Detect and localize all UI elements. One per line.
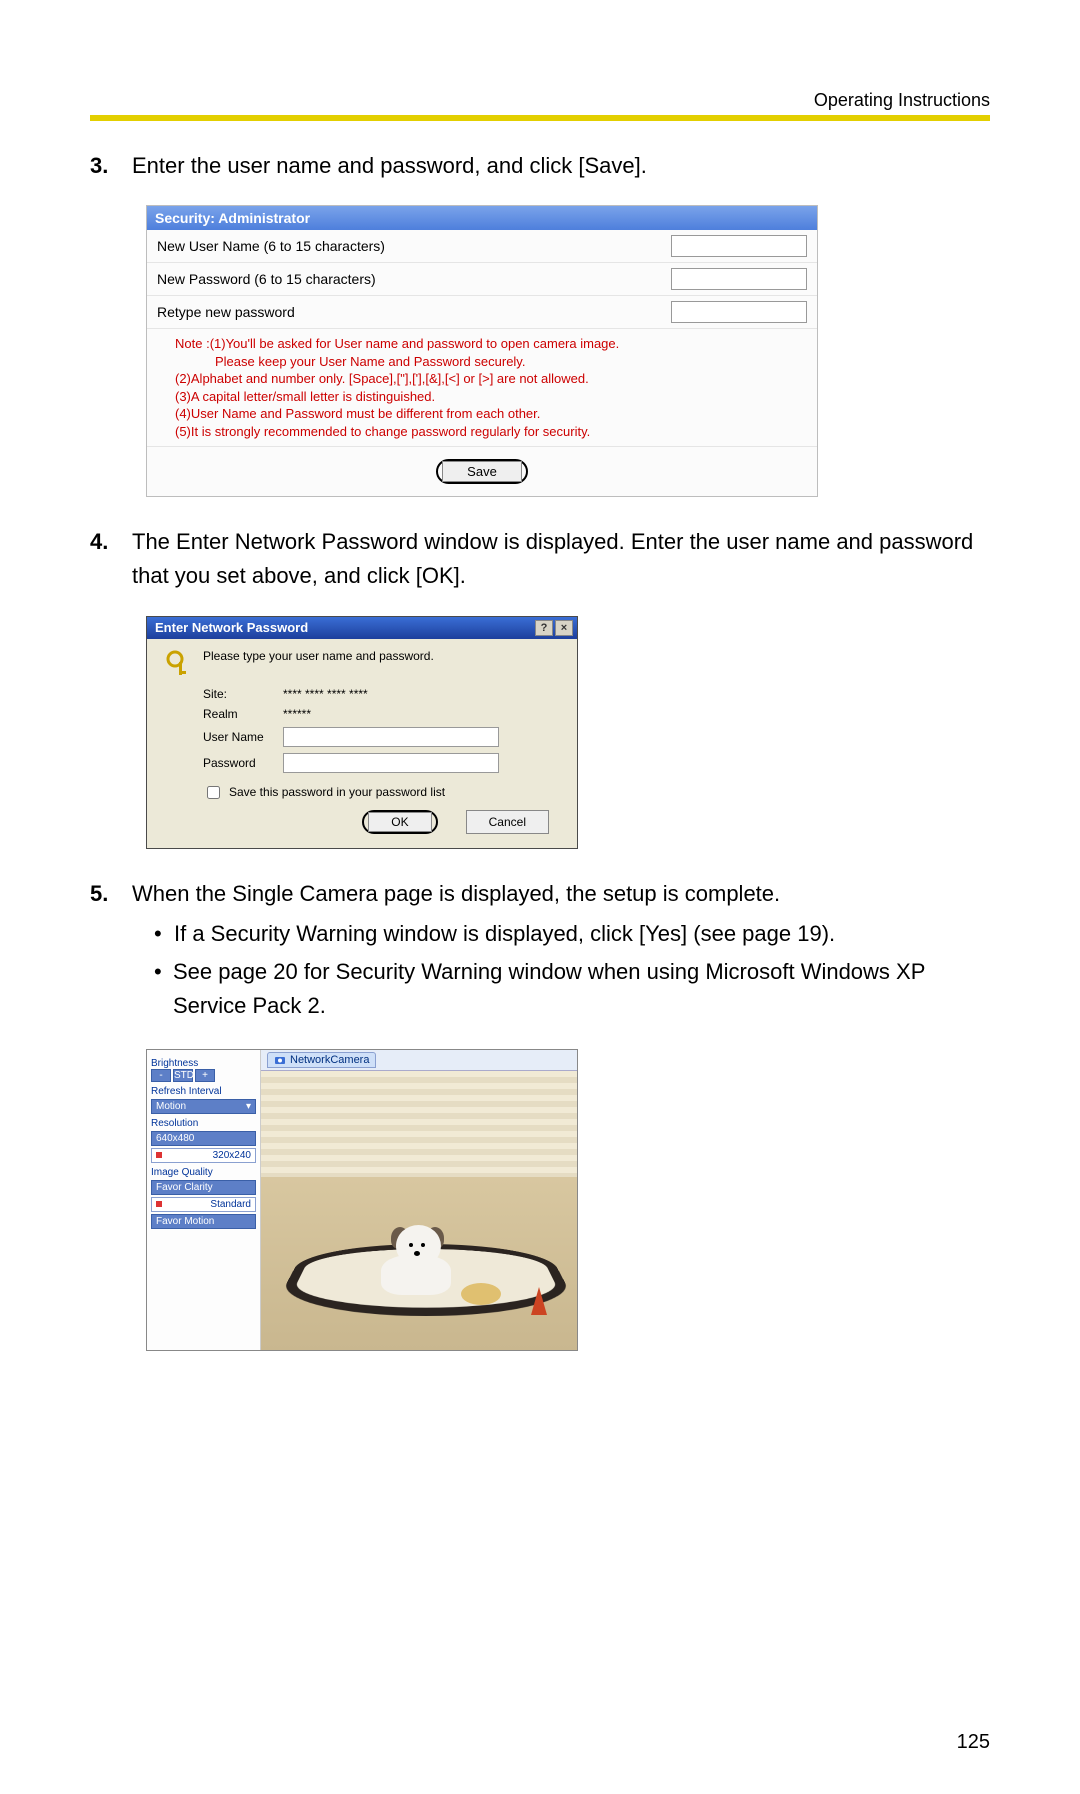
divider-bar (90, 115, 990, 121)
bullet-icon: • (154, 917, 164, 951)
step-4-text: The Enter Network Password window is dis… (132, 525, 990, 593)
help-icon[interactable]: ? (535, 620, 553, 636)
new-password-label: New Password (6 to 15 characters) (157, 271, 671, 287)
step-5-bullet-2: See page 20 for Security Warning window … (173, 955, 990, 1023)
enter-network-password-dialog: Enter Network Password ? × Please type y… (146, 616, 578, 849)
step-3-text: Enter the user name and password, and cl… (132, 149, 990, 183)
camera-sidebar: Brightness -STD+ Refresh Interval Motion… (147, 1050, 261, 1350)
site-value: **** **** **** **** (283, 687, 368, 701)
password-label: Password (203, 756, 273, 770)
quality-standard[interactable]: Standard (151, 1197, 256, 1212)
dialog-prompt: Please type your user name and password. (203, 649, 434, 663)
step-3: 3. Enter the user name and password, and… (90, 149, 990, 183)
close-icon[interactable]: × (555, 620, 573, 636)
step-5-text: When the Single Camera page is displayed… (132, 877, 990, 911)
ok-highlight-circle: OK (362, 810, 437, 834)
key-icon (165, 649, 193, 677)
dog-illustration (371, 1225, 461, 1295)
dialog-title: Enter Network Password (155, 620, 308, 635)
step-3-number: 3. (90, 149, 118, 183)
retype-password-label: Retype new password (157, 304, 671, 320)
new-username-label: New User Name (6 to 15 characters) (157, 238, 671, 254)
new-username-input[interactable] (671, 235, 807, 257)
new-password-input[interactable] (671, 268, 807, 290)
save-highlight-circle: Save (436, 459, 528, 484)
camera-icon (274, 1055, 286, 1065)
refresh-label: Refresh Interval (151, 1086, 256, 1097)
single-camera-page: Brightness -STD+ Refresh Interval Motion… (146, 1049, 578, 1351)
bullet-icon: • (154, 955, 163, 1023)
security-admin-panel: Security: Administrator New User Name (6… (146, 205, 818, 497)
security-panel-title: Security: Administrator (147, 206, 817, 230)
quality-motion[interactable]: Favor Motion (151, 1214, 256, 1229)
step-4-number: 4. (90, 525, 118, 593)
camera-image (261, 1071, 577, 1350)
ok-button[interactable]: OK (368, 812, 431, 832)
brightness-label: Brightness (151, 1058, 256, 1069)
security-note: Note :(1)You'll be asked for User name a… (147, 329, 817, 446)
resolution-label: Resolution (151, 1118, 256, 1129)
res-640x480[interactable]: 640x480 (151, 1131, 256, 1146)
password-input[interactable] (283, 753, 499, 773)
step-5-number: 5. (90, 877, 118, 1027)
quality-clarity[interactable]: Favor Clarity (151, 1180, 256, 1195)
save-password-label: Save this password in your password list (229, 785, 445, 799)
username-input[interactable] (283, 727, 499, 747)
retype-password-input[interactable] (671, 301, 807, 323)
page-number: 125 (90, 1731, 990, 1754)
username-label: User Name (203, 730, 273, 744)
realm-value: ****** (283, 707, 311, 721)
step-4: 4. The Enter Network Password window is … (90, 525, 990, 593)
brightness-control[interactable]: -STD+ (151, 1069, 256, 1082)
refresh-select[interactable]: Motion▾ (151, 1099, 256, 1114)
step-5-bullet-1: If a Security Warning window is displaye… (174, 917, 835, 951)
camera-tab[interactable]: NetworkCamera (261, 1050, 577, 1071)
site-label: Site: (203, 687, 273, 701)
quality-label: Image Quality (151, 1167, 256, 1178)
save-password-checkbox[interactable] (207, 786, 220, 799)
step-5: 5. When the Single Camera page is displa… (90, 877, 990, 1027)
save-button[interactable]: Save (442, 461, 522, 482)
res-320x240[interactable]: 320x240 (151, 1148, 256, 1163)
header-label: Operating Instructions (90, 90, 990, 111)
cancel-button[interactable]: Cancel (466, 810, 549, 834)
realm-label: Realm (203, 707, 273, 721)
